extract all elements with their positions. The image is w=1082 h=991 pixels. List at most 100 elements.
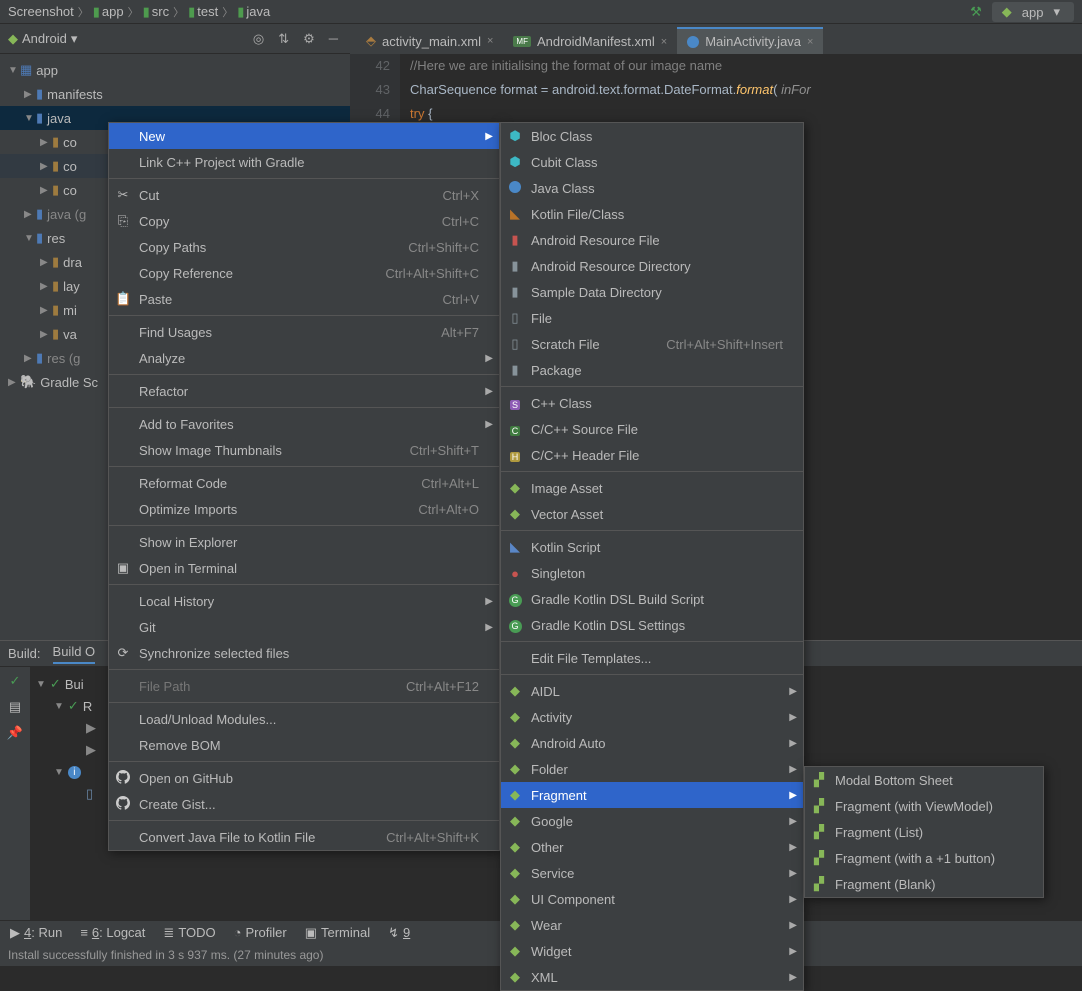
- breadcrumb-item[interactable]: Screenshot: [8, 4, 74, 19]
- new-item-android-resource-directory[interactable]: ▮Android Resource Directory: [501, 253, 803, 279]
- collapse-icon[interactable]: ⇅: [274, 29, 293, 49]
- close-icon[interactable]: ×: [487, 35, 493, 47]
- statusbar-4-run[interactable]: ▶4: Run: [10, 925, 62, 941]
- android-icon: ◆: [507, 761, 523, 777]
- pin-icon[interactable]: 📌: [7, 725, 23, 741]
- menu-item-show-image-thumbnails[interactable]: Show Image ThumbnailsCtrl+Shift+T: [109, 437, 499, 463]
- new-item-kotlin-script[interactable]: ◣Kotlin Script: [501, 534, 803, 560]
- breadcrumb-item[interactable]: java: [246, 4, 270, 19]
- new-item-widget[interactable]: ◆Widget▶: [501, 938, 803, 964]
- new-item-android-resource-file[interactable]: ▮Android Resource File: [501, 227, 803, 253]
- minimize-icon[interactable]: ─: [325, 29, 342, 48]
- line-number: 43: [350, 78, 390, 102]
- new-item-c-class[interactable]: SC++ Class: [501, 390, 803, 416]
- fragment-item-fragment-list-[interactable]: ▞Fragment (List): [805, 819, 1043, 845]
- filter-icon[interactable]: ▤: [9, 699, 21, 715]
- menu-item-git[interactable]: Git▶: [109, 614, 499, 640]
- menu-item-link-c-project-with-gradle[interactable]: Link C++ Project with Gradle: [109, 149, 499, 175]
- new-item-xml[interactable]: ◆XML▶: [501, 964, 803, 990]
- statusbar-9[interactable]: ↯9: [388, 925, 410, 941]
- new-item-other[interactable]: ◆Other▶: [501, 834, 803, 860]
- menu-item-create-gist-[interactable]: Create Gist...: [109, 791, 499, 817]
- new-item-activity[interactable]: ◆Activity▶: [501, 704, 803, 730]
- new-item-aidl[interactable]: ◆AIDL▶: [501, 678, 803, 704]
- check-icon[interactable]: ✓: [10, 673, 21, 689]
- menu-item-synchronize-selected-files[interactable]: ⟳Synchronize selected files: [109, 640, 499, 666]
- menu-item-paste[interactable]: 📋PasteCtrl+V: [109, 286, 499, 312]
- chevron-down-icon: ▾: [71, 31, 78, 47]
- fragment-item-modal-bottom-sheet[interactable]: ▞Modal Bottom Sheet: [805, 767, 1043, 793]
- menu-item-open-in-terminal[interactable]: ▣Open in Terminal: [109, 555, 499, 581]
- tab-MainActivity.java[interactable]: MainActivity.java×: [677, 27, 823, 54]
- menu-item-local-history[interactable]: Local History▶: [109, 588, 499, 614]
- new-item-android-auto[interactable]: ◆Android Auto▶: [501, 730, 803, 756]
- menu-item-cut[interactable]: ✂CutCtrl+X: [109, 182, 499, 208]
- statusbar-todo[interactable]: ≣TODO: [163, 925, 215, 941]
- chevron-right-icon: ▶: [789, 816, 797, 827]
- new-item-singleton[interactable]: ●Singleton: [501, 560, 803, 586]
- chevron-right-icon: ▶: [789, 790, 797, 801]
- new-item-wear[interactable]: ◆Wear▶: [501, 912, 803, 938]
- menu-item-convert-java-file-to-kotlin-file[interactable]: Convert Java File to Kotlin FileCtrl+Alt…: [109, 824, 499, 850]
- new-item-fragment[interactable]: ◆Fragment▶: [501, 782, 803, 808]
- menu-item-copy-reference[interactable]: Copy ReferenceCtrl+Alt+Shift+C: [109, 260, 499, 286]
- fragment-item-fragment-blank-[interactable]: ▞Fragment (Blank): [805, 871, 1043, 897]
- new-item-folder[interactable]: ◆Folder▶: [501, 756, 803, 782]
- new-item-package[interactable]: ▮Package: [501, 357, 803, 383]
- menu-item-refactor[interactable]: Refactor▶: [109, 378, 499, 404]
- statusbar-profiler[interactable]: ◔Profiler: [234, 925, 287, 940]
- menu-item-remove-bom[interactable]: Remove BOM: [109, 732, 499, 758]
- new-item-image-asset[interactable]: ◆Image Asset: [501, 475, 803, 501]
- tree-row-app[interactable]: ▼▦app: [0, 58, 350, 82]
- new-item-gradle-kotlin-dsl-settings[interactable]: GGradle Kotlin DSL Settings: [501, 612, 803, 638]
- sidebar-view-selector[interactable]: ◆ Android ▾: [8, 31, 243, 47]
- breadcrumb-item[interactable]: src: [152, 4, 169, 19]
- hammer-icon[interactable]: ⚒: [970, 4, 982, 20]
- fragment-item-fragment-with-viewmodel-[interactable]: ▞Fragment (with ViewModel): [805, 793, 1043, 819]
- android-icon: ◆: [507, 813, 523, 829]
- menu-item-find-usages[interactable]: Find UsagesAlt+F7: [109, 319, 499, 345]
- new-item-scratch-file[interactable]: ▯Scratch FileCtrl+Alt+Shift+Insert: [501, 331, 803, 357]
- new-item-c-c-source-file[interactable]: CC/C++ Source File: [501, 416, 803, 442]
- menu-item-reformat-code[interactable]: Reformat CodeCtrl+Alt+L: [109, 470, 499, 496]
- android-icon: ◆: [507, 735, 523, 751]
- menu-item-load-unload-modules-[interactable]: Load/Unload Modules...: [109, 706, 499, 732]
- new-item-google[interactable]: ◆Google▶: [501, 808, 803, 834]
- close-icon[interactable]: ×: [807, 36, 813, 48]
- tab-AndroidManifest.xml[interactable]: MFAndroidManifest.xml×: [503, 27, 677, 54]
- statusbar-terminal[interactable]: ▣Terminal: [305, 925, 370, 941]
- new-item-ui-component[interactable]: ◆UI Component▶: [501, 886, 803, 912]
- menu-item-show-in-explorer[interactable]: Show in Explorer: [109, 529, 499, 555]
- new-item-kotlin-file-class[interactable]: ◣Kotlin File/Class: [501, 201, 803, 227]
- paste-icon: 📋: [115, 291, 131, 307]
- menu-item-add-to-favorites[interactable]: Add to Favorites▶: [109, 411, 499, 437]
- statusbar-6-logcat[interactable]: ≡6: Logcat: [80, 925, 145, 940]
- target-icon[interactable]: ◎: [249, 29, 268, 49]
- new-item-sample-data-directory[interactable]: ▮Sample Data Directory: [501, 279, 803, 305]
- new-item-bloc-class[interactable]: ⬢Bloc Class: [501, 123, 803, 149]
- new-item-java-class[interactable]: Java Class: [501, 175, 803, 201]
- menu-item-analyze[interactable]: Analyze▶: [109, 345, 499, 371]
- close-icon[interactable]: ×: [661, 36, 667, 48]
- new-item-c-c-header-file[interactable]: HC/C++ Header File: [501, 442, 803, 468]
- new-item-gradle-kotlin-dsl-build-script[interactable]: GGradle Kotlin DSL Build Script: [501, 586, 803, 612]
- menu-item-copy-paths[interactable]: Copy PathsCtrl+Shift+C: [109, 234, 499, 260]
- new-item-edit-file-templates-[interactable]: Edit File Templates...: [501, 645, 803, 671]
- run-config-selector[interactable]: ◆ app ▾: [992, 2, 1074, 22]
- tab-activity_main.xml[interactable]: ⬘activity_main.xml×: [356, 26, 503, 54]
- menu-item-copy[interactable]: ⎘CopyCtrl+C: [109, 208, 499, 234]
- tree-row-manifests[interactable]: ▶▮manifests: [0, 82, 350, 106]
- menu-item-optimize-imports[interactable]: Optimize ImportsCtrl+Alt+O: [109, 496, 499, 522]
- build-tab[interactable]: Build O: [53, 644, 96, 664]
- breadcrumb-item[interactable]: app: [102, 4, 124, 19]
- new-item-cubit-class[interactable]: ⬢Cubit Class: [501, 149, 803, 175]
- new-item-service[interactable]: ◆Service▶: [501, 860, 803, 886]
- new-item-vector-asset[interactable]: ◆Vector Asset: [501, 501, 803, 527]
- gear-icon[interactable]: ⚙: [299, 29, 319, 49]
- menu-item-open-on-github[interactable]: Open on GitHub: [109, 765, 499, 791]
- menu-item-new[interactable]: New▶: [109, 123, 499, 149]
- breadcrumb-item[interactable]: test: [197, 4, 218, 19]
- fragment-item-fragment-with-a-1-button-[interactable]: ▞Fragment (with a +1 button): [805, 845, 1043, 871]
- android-icon: ◆: [507, 709, 523, 725]
- new-item-file[interactable]: ▯File: [501, 305, 803, 331]
